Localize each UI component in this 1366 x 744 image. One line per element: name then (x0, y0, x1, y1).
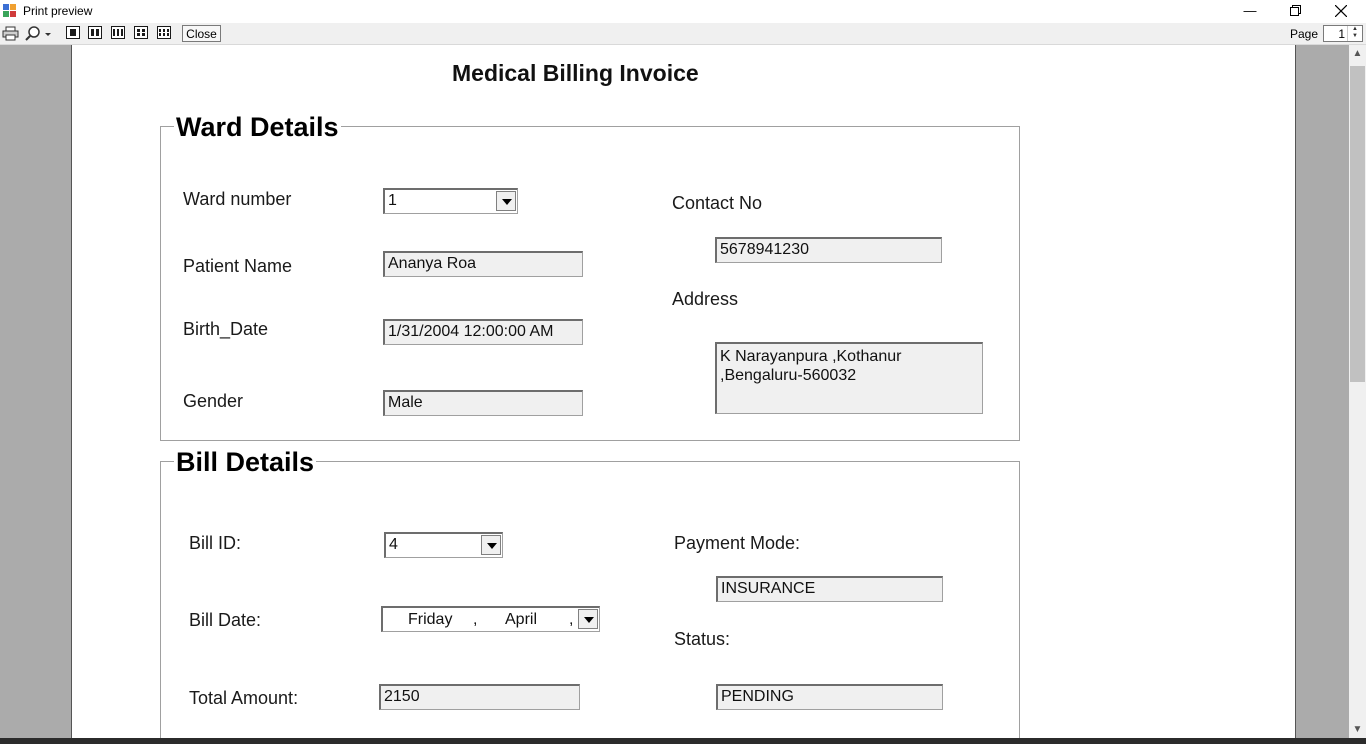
birth-date-label: Birth_Date (183, 319, 269, 339)
page-spinner[interactable]: 1 ▲ ▼ (1323, 25, 1363, 42)
minimize-icon: — (1243, 3, 1257, 18)
bill-date-tail: , (569, 611, 574, 628)
preview-area: Medical Billing Invoice Ward Details War… (0, 45, 1349, 738)
close-window-button[interactable] (1318, 0, 1364, 22)
taskbar-strip (0, 738, 1366, 744)
six-pages-icon[interactable] (157, 26, 171, 39)
address-label: Address (672, 289, 739, 309)
page-label: Page (1290, 27, 1319, 41)
zoom-icon[interactable] (25, 26, 51, 41)
calendar-dropdown-icon[interactable] (578, 609, 598, 629)
restore-icon (1289, 5, 1301, 16)
spinner-arrows-icon[interactable]: ▲ ▼ (1347, 26, 1362, 41)
print-icon[interactable] (2, 26, 19, 41)
status-label: Status: (674, 629, 731, 649)
vertical-scrollbar[interactable]: ▲ ▼ (1349, 45, 1366, 738)
bill-details-title: Bill Details (174, 447, 317, 478)
ward-number-combo[interactable]: 1 (383, 188, 518, 214)
title-bar: Print preview — (0, 0, 1366, 23)
ward-details-title: Ward Details (174, 112, 341, 143)
one-page-icon[interactable] (66, 26, 80, 39)
bill-date-separator: , (473, 611, 478, 628)
window-title: Print preview (23, 4, 93, 18)
four-pages-icon[interactable] (134, 26, 148, 39)
bill-id-combo[interactable]: 4 (384, 532, 503, 558)
payment-mode-field[interactable]: INSURANCE (716, 576, 943, 602)
total-amount-field[interactable]: 2150 (379, 684, 580, 710)
chevron-down-icon[interactable] (496, 191, 516, 211)
total-amount-label: Total Amount: (189, 688, 299, 708)
close-icon (1334, 4, 1348, 18)
invoice-heading: Medical Billing Invoice (452, 60, 699, 86)
gender-label: Gender (183, 391, 244, 411)
contact-field[interactable]: 5678941230 (715, 237, 942, 263)
document-page: Medical Billing Invoice Ward Details War… (71, 45, 1296, 738)
status-field[interactable]: PENDING (716, 684, 943, 710)
patient-name-field[interactable]: Ananya Roa (383, 251, 583, 277)
close-button[interactable]: Close (182, 25, 221, 42)
restore-button[interactable] (1272, 0, 1318, 22)
ward-number-value: 1 (388, 192, 397, 209)
address-field[interactable]: K Narayanpura ,Kothanur ,Bengaluru-56003… (715, 342, 983, 414)
bill-date-day: Friday (408, 611, 453, 628)
ward-number-label: Ward number (183, 189, 292, 209)
bill-id-label: Bill ID: (189, 533, 242, 553)
patient-name-label: Patient Name (183, 256, 293, 276)
gender-field[interactable]: Male (383, 390, 583, 416)
birth-date-field[interactable]: 1/31/2004 12:00:00 AM (383, 319, 583, 345)
bill-date-label: Bill Date: (189, 610, 262, 630)
payment-mode-label: Payment Mode: (674, 533, 801, 553)
bill-date-picker[interactable]: Friday , April , (381, 606, 600, 632)
scroll-down-icon[interactable]: ▼ (1349, 721, 1366, 738)
bill-date-month: April (505, 611, 538, 628)
preview-toolbar: Close Page 1 ▲ ▼ (0, 23, 1366, 45)
app-icon (3, 4, 16, 17)
scrollbar-thumb[interactable] (1350, 66, 1365, 382)
bill-id-value: 4 (389, 536, 398, 553)
scroll-up-icon[interactable]: ▲ (1349, 45, 1366, 62)
page-number-value: 1 (1338, 27, 1345, 41)
chevron-down-icon[interactable] (481, 535, 501, 555)
contact-label: Contact No (672, 193, 763, 213)
minimize-button[interactable]: — (1227, 0, 1273, 22)
three-pages-icon[interactable] (111, 26, 125, 39)
two-pages-icon[interactable] (88, 26, 102, 39)
